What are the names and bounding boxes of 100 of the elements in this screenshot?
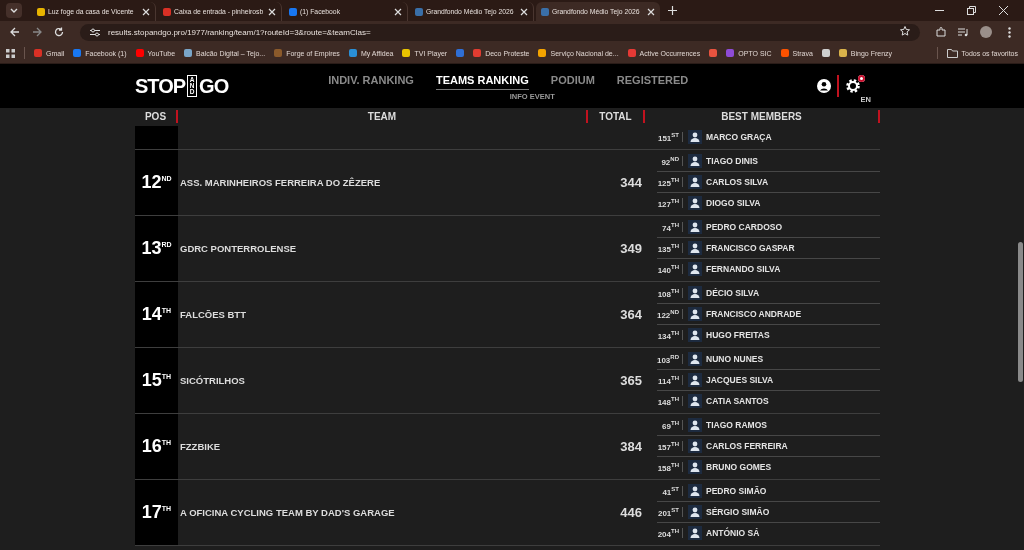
member-name: FRANCISCO ANDRADE <box>706 309 802 319</box>
team-name: SICÓTRILHOS <box>180 375 245 386</box>
column-header: TEAM <box>178 110 588 123</box>
member-rank: 41$^{ST}$ <box>649 485 683 497</box>
person-icon <box>688 484 702 498</box>
member-rank: 127$^{TH}$ <box>649 197 683 209</box>
column-header: POS <box>135 110 178 123</box>
team-name: GDRC PONTERROLENSE <box>180 243 297 254</box>
member-name: TIAGO DINIS <box>706 156 758 166</box>
member-rank: 204$^{TH}$ <box>649 527 683 539</box>
nav-link[interactable]: INDIV. RANKING <box>328 73 414 90</box>
team-total: 384 <box>620 439 642 454</box>
team-name: FALCÕES BTT <box>180 309 246 320</box>
member-rank: 140$^{TH}$ <box>649 263 683 275</box>
person-icon <box>688 439 702 453</box>
member-rank: 151$^{ST}$ <box>649 131 683 143</box>
position-cell: 15$^{TH}$ <box>135 348 178 413</box>
position-cell <box>135 126 178 149</box>
member-rank: 157$^{TH}$ <box>649 440 683 452</box>
team-total: 365 <box>620 373 642 388</box>
person-icon <box>688 154 702 168</box>
person-icon <box>688 460 702 474</box>
caret-icon[interactable] <box>10 7 18 14</box>
person-icon <box>688 220 702 234</box>
bookmark-icon[interactable] <box>709 49 718 57</box>
member-rank: 125$^{TH}$ <box>649 176 683 188</box>
nav-link[interactable]: TEAMS RANKING <box>435 73 529 90</box>
apps-icon[interactable] <box>6 48 15 58</box>
member-name: PEDRO CARDOSO <box>706 222 783 232</box>
site-settings-icon[interactable] <box>90 27 100 37</box>
person-icon <box>688 130 702 144</box>
member-name: HUGO FREITAS <box>706 330 770 340</box>
bookmark-icon[interactable] <box>821 49 830 57</box>
nav-link[interactable]: REGISTERED <box>616 73 689 90</box>
person-icon <box>688 394 702 408</box>
user-icon[interactable] <box>817 79 831 93</box>
tab-search-button[interactable] <box>6 3 22 18</box>
flag-icon <box>858 75 865 82</box>
member-name: CATIA SANTOS <box>706 396 769 406</box>
member-name: MARCO GRAÇA <box>706 132 772 142</box>
member-rank: 92$^{ND}$ <box>649 155 683 167</box>
member-name: JACQUES SILVA <box>706 375 774 385</box>
member-name: NUNO NUNES <box>706 354 764 364</box>
position-cell: 16$^{TH}$ <box>135 414 178 479</box>
member-rank: 114$^{TH}$ <box>649 374 683 386</box>
member-name: SÉRGIO SIMÃO <box>706 507 770 517</box>
settings-icon[interactable] <box>845 78 861 94</box>
member-rank: 134$^{TH}$ <box>649 329 683 341</box>
person-icon <box>688 352 702 366</box>
member-rank: 122$^{ND}$ <box>649 308 683 320</box>
close-icon[interactable] <box>394 7 402 16</box>
column-header: TOTAL <box>588 110 645 123</box>
person-icon <box>688 241 702 255</box>
person-icon <box>688 526 702 540</box>
person-icon <box>688 328 702 342</box>
team-name: FZZBIKE <box>180 441 221 452</box>
team-total: 364 <box>620 307 642 322</box>
nav-link[interactable]: PODIUM <box>550 73 595 90</box>
bookmark-star-icon[interactable] <box>900 26 910 38</box>
team-total: 446 <box>620 505 642 520</box>
person-icon <box>688 505 702 519</box>
column-header: BEST MEMBERS <box>645 110 880 123</box>
address-bar[interactable]: results.stopandgo.pro/1977/ranking/team/1?routeId=3&route=&teamClas= <box>80 23 920 41</box>
folder-icon <box>946 48 958 58</box>
member-rank: 148$^{TH}$ <box>649 395 683 407</box>
close-icon[interactable] <box>142 7 150 16</box>
team-total: 349 <box>620 241 642 256</box>
person-icon <box>688 418 702 432</box>
member-rank: 158$^{TH}$ <box>649 461 683 473</box>
member-name: ANTÓNIO SÁ <box>706 528 760 538</box>
position-cell: 17$^{TH}$ <box>135 480 178 545</box>
member-rank: 108$^{TH}$ <box>649 287 683 299</box>
person-icon <box>688 373 702 387</box>
scrollbar-thumb[interactable] <box>1018 242 1023 382</box>
member-rank: 74$^{TH}$ <box>649 221 683 233</box>
team-total: 344 <box>620 175 642 190</box>
close-icon[interactable] <box>647 7 655 16</box>
member-name: DIOGO SILVA <box>706 198 761 208</box>
team-name: A OFICINA CYCLING TEAM BY DAD'S GARAGE <box>180 507 395 518</box>
member-name: PEDRO SIMÃO <box>706 486 767 496</box>
member-rank: 103$^{RD}$ <box>649 353 683 365</box>
person-icon <box>688 175 702 189</box>
position-cell: 14$^{TH}$ <box>135 282 178 347</box>
member-name: FRANCISCO GASPAR <box>706 243 795 253</box>
member-name: CARLOS SILVA <box>706 177 769 187</box>
member-rank: 201$^{ST}$ <box>649 506 683 518</box>
person-icon <box>688 286 702 300</box>
member-name: TIAGO RAMOS <box>706 420 767 430</box>
person-icon <box>688 196 702 210</box>
position-cell: 12$^{ND}$ <box>135 150 178 215</box>
person-icon <box>688 262 702 276</box>
close-icon[interactable] <box>268 7 276 16</box>
new-tab-icon[interactable] <box>668 6 677 15</box>
team-name: ASS. MARINHEIROS FERREIRA DO ZÊZERE <box>180 177 381 188</box>
member-rank: 69$^{TH}$ <box>649 419 683 431</box>
close-icon[interactable] <box>520 7 528 16</box>
member-rank: 135$^{TH}$ <box>649 242 683 254</box>
member-name: CARLOS FERREIRA <box>706 441 788 451</box>
profile-avatar-icon[interactable] <box>980 26 992 38</box>
member-name: FERNANDO SILVA <box>706 264 781 274</box>
